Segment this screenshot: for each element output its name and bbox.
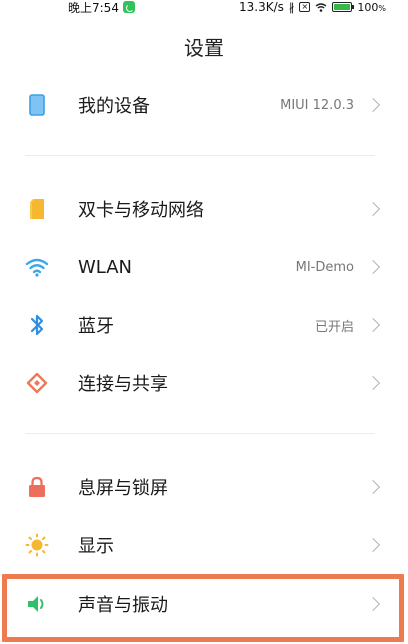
divider: [25, 155, 375, 156]
chevron-right-icon: [365, 479, 381, 495]
row-lock-screen[interactable]: 息屏与锁屏: [0, 458, 408, 516]
battery-level: 100%: [357, 0, 386, 14]
row-label: 连接与共享: [78, 374, 168, 395]
chevron-right-icon: [365, 259, 381, 275]
bluetooth-status-icon: ∦: [288, 0, 295, 14]
wifi-icon: [24, 254, 50, 280]
row-label: 双卡与移动网络: [78, 200, 204, 221]
row-value: MI-Demo: [295, 259, 354, 275]
status-bar: 晚上7:54 13.3K/s ∦ × 100%: [0, 0, 408, 16]
lock-icon: [24, 474, 50, 500]
row-sim-network[interactable]: 双卡与移动网络: [0, 180, 408, 238]
row-label: WLAN: [78, 256, 133, 278]
row-connection-share[interactable]: 连接与共享: [0, 354, 408, 412]
brightness-icon: [24, 532, 50, 558]
network-speed: 13.3K/s: [239, 0, 284, 14]
row-label: 显示: [78, 536, 114, 557]
status-right: 13.3K/s ∦ × 100%: [239, 0, 386, 14]
battery-icon: [332, 2, 355, 12]
row-bluetooth[interactable]: 蓝牙 已开启: [0, 296, 408, 354]
device-icon: [24, 92, 50, 118]
row-value: 已开启: [314, 319, 354, 335]
chevron-right-icon: [365, 97, 381, 113]
connection-share-icon: [24, 370, 50, 396]
row-label: 我的设备: [78, 96, 150, 117]
highlight-frame: [2, 574, 404, 642]
sim-card-icon: [24, 196, 50, 222]
status-left: 晚上7:54: [68, 0, 135, 15]
row-label: 蓝牙: [78, 316, 114, 337]
chevron-right-icon: [365, 375, 381, 391]
status-time: 晚上7:54: [68, 0, 119, 15]
chevron-right-icon: [365, 317, 381, 333]
chevron-right-icon: [365, 537, 381, 553]
bluetooth-icon: [24, 312, 50, 338]
chevron-right-icon: [365, 201, 381, 217]
page-title: 设置: [184, 36, 224, 60]
row-wlan[interactable]: WLAN MI-Demo: [0, 238, 408, 296]
wifi-status-icon: [315, 2, 327, 12]
row-my-device[interactable]: 我的设备 MIUI 12.0.3: [0, 76, 408, 134]
sim-status-icon: ×: [299, 2, 311, 12]
divider: [25, 433, 375, 434]
call-active-icon: [122, 1, 135, 13]
row-display[interactable]: 显示: [0, 516, 408, 574]
row-value: MIUI 12.0.3: [280, 97, 354, 113]
row-label: 息屏与锁屏: [78, 478, 168, 499]
